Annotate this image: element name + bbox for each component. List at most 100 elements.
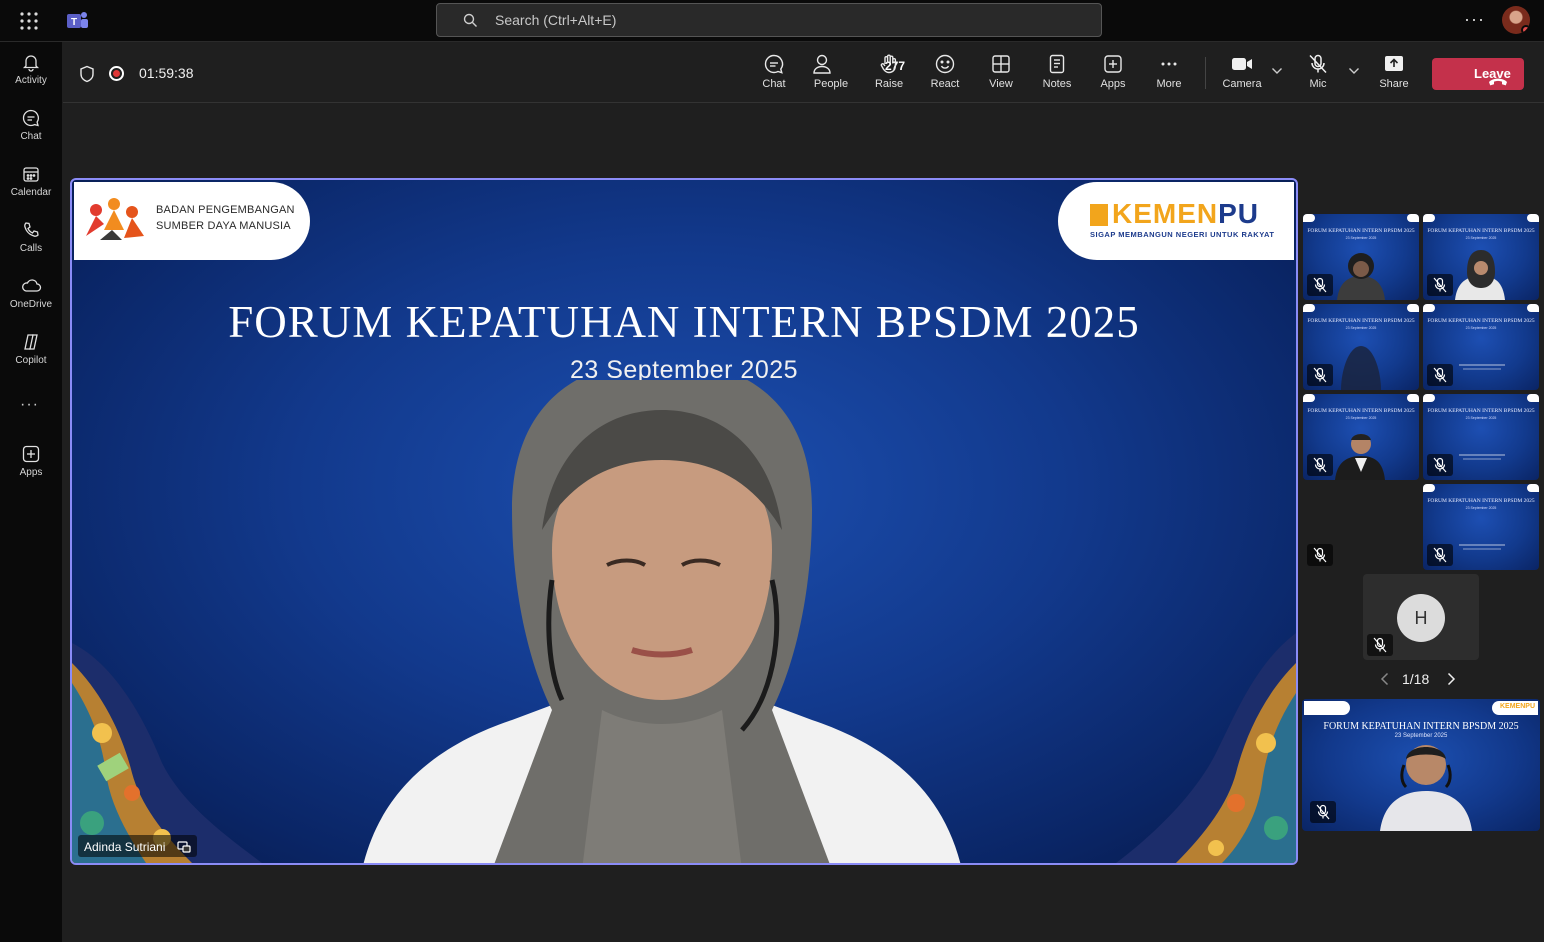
rail-item-activity[interactable]: Activity [0,52,62,104]
react-button[interactable]: React [919,53,971,97]
participant-tile[interactable]: FORUM KEPATUHAN INTERN BPSDM 2025 23 Sep… [1303,214,1419,300]
settings-more-button[interactable]: ··· [1464,9,1485,30]
notes-icon [1031,53,1083,75]
participant-tile[interactable]: FORUM KEPATUHAN INTERN BPSDM 2025 23 Sep… [1423,484,1539,570]
app-rail: Activity Chat Calendar Calls OneDrive Co… [0,42,62,942]
apps-label: Apps [1100,78,1126,90]
tile-slide-date: 23 September 2025 [1465,506,1497,510]
main-video-stage[interactable]: BADAN PENGEMBANGAN SUMBER DAYA MANUSIA K… [70,178,1298,865]
tile-logo-left [1423,394,1435,402]
tile-slide-title: FORUM KEPATUHAN INTERN BPSDM 2025 [1427,498,1535,504]
leave-button[interactable]: Leave [1432,58,1524,90]
self-logo-text: KEMENPU [1500,703,1536,710]
muted-mic-icon [1427,544,1453,566]
mic-off-icon [1292,53,1344,75]
view-label: View [989,78,1013,90]
bpsdm-logo-icon [80,196,150,246]
rail-item-apps[interactable]: Apps [0,444,62,496]
notes-button[interactable]: Notes [1031,53,1083,97]
share-button[interactable]: Share [1368,53,1420,97]
kemenpu-wordmark: KEMENPU [1112,198,1259,230]
tile-faint-text [1459,544,1505,546]
participant-tile[interactable]: FORUM KEPATUHAN INTERN BPSDM 2025 23 Sep… [1303,394,1419,480]
tile-logo-right [1527,304,1539,312]
muted-mic-icon [1427,274,1453,296]
svg-text:T: T [71,17,77,28]
tile-slide-title: FORUM KEPATUHAN INTERN BPSDM 2025 [1427,408,1535,414]
user-avatar[interactable] [1502,6,1530,34]
muted-mic-icon [1307,544,1333,566]
tile-logo-left [1423,304,1435,312]
view-button[interactable]: View [975,53,1027,97]
camera-options-chevron-icon[interactable] [1271,67,1283,75]
rail-item-label: Calls [19,243,43,254]
calendar-icon [0,164,62,184]
meeting-timer: 01:59:38 [139,65,194,81]
participant-initial-avatar: H [1397,594,1445,642]
recording-icon [109,66,124,81]
shield-icon[interactable] [79,65,95,83]
speaker-name: Adinda Sutriani [84,839,166,854]
camera-button[interactable]: Camera [1216,53,1268,97]
muted-mic-icon [1427,364,1453,386]
participant-tile[interactable]: FORUM KEPATUHAN INTERN BPSDM 2025 23 Sep… [1423,394,1539,480]
tile-faint-text [1463,548,1501,550]
apps-button[interactable]: Apps [1087,53,1139,97]
more-button[interactable]: More [1143,53,1195,97]
search-input[interactable] [495,4,1075,36]
bpsdm-logo-banner: BADAN PENGEMBANGAN SUMBER DAYA MANUSIA [74,182,310,260]
tile-logo-right [1527,484,1539,492]
title-bar: T ··· [0,0,1544,42]
more-label: More [1156,78,1182,90]
camera-label: Camera [1222,78,1262,90]
chevron-right-icon[interactable] [1446,672,1456,686]
self-logo-right: KEMENPU [1492,701,1538,715]
muted-mic-icon [1307,274,1333,296]
participant-tile[interactable]: FORUM KEPATUHAN INTERN BPSDM 2025 23 Sep… [1423,214,1539,300]
kemenpu-emblem-icon [1090,204,1108,226]
mic-options-chevron-icon[interactable] [1348,67,1360,75]
tile-logo-left [1423,214,1435,222]
participant-tile[interactable]: FORUM KEPATUHAN INTERN BPSDM 2025 23 Sep… [1303,304,1419,390]
chevron-left-icon[interactable] [1380,672,1390,686]
participant-video-figure [1331,244,1391,300]
search-box[interactable] [436,3,1102,37]
chat-label: Chat [762,78,786,90]
add-app-icon [1087,53,1139,75]
screen-share-indicator-icon [177,841,191,853]
rail-item-chat[interactable]: Chat [0,108,62,160]
hand-icon [863,53,915,75]
phone-icon [0,220,62,240]
share-screen-icon [1368,53,1420,75]
rail-item-copilot[interactable]: Copilot [0,332,62,384]
rail-item-onedrive[interactable]: OneDrive [0,276,62,328]
copilot-icon [0,332,62,352]
participant-tile-empty[interactable] [1303,484,1419,570]
self-view-tile[interactable]: KEMENPU FORUM KEPATUHAN INTERN BPSDM 202… [1302,699,1540,831]
tile-logo-right [1527,214,1539,222]
app-launcher-icon[interactable] [18,10,40,32]
tile-slide-date: 23 September 2025 [1465,416,1497,420]
tile-logo-right [1527,394,1539,402]
people-button[interactable]: People [805,53,857,97]
tile-logo-left [1303,214,1315,222]
raise-hand-button[interactable]: Raise [863,53,915,97]
self-logo-left [1304,701,1350,715]
muted-mic-icon [1310,801,1336,823]
rail-item-calls[interactable]: Calls [0,220,62,272]
tile-logo-left [1303,304,1315,312]
rail-item-calendar[interactable]: Calendar [0,164,62,216]
rail-item-label: Chat [20,131,42,142]
chat-button[interactable]: Chat [748,53,800,97]
participant-tile[interactable]: FORUM KEPATUHAN INTERN BPSDM 2025 23 Sep… [1423,304,1539,390]
rail-more-button[interactable]: ··· [20,396,39,414]
tile-slide-date: 23 September 2025 [1345,236,1377,240]
tile-logo-right [1407,214,1419,222]
tile-faint-text [1459,364,1505,366]
bpsdm-logo-line1: BADAN PENGEMBANGAN [156,204,295,216]
participant-tile-avatar[interactable]: H [1363,574,1479,660]
rail-item-label: Copilot [15,355,47,366]
muted-mic-icon [1367,634,1393,656]
mic-button[interactable]: Mic [1292,53,1344,97]
page-indicator: 1/18 [1402,671,1430,687]
